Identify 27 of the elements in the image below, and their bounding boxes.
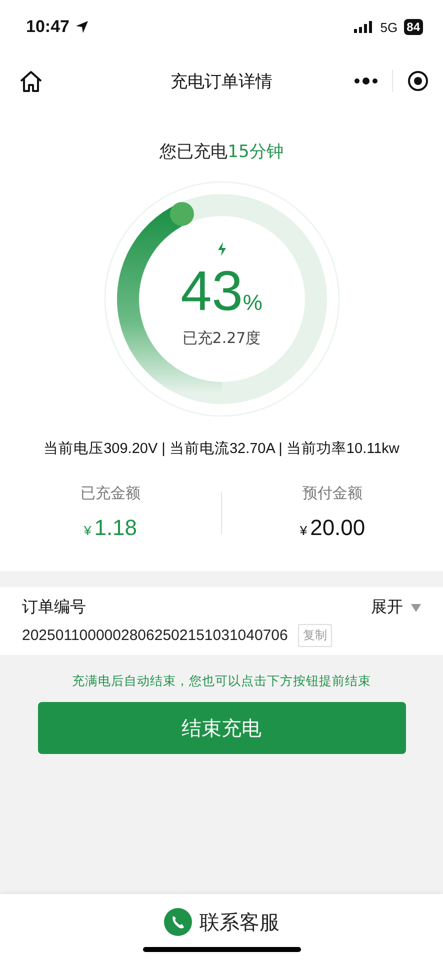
home-icon[interactable] [18,68,44,94]
order-number-label: 订单编号 [22,597,86,618]
amount-value: ¥1.18 [84,515,138,541]
lightning-icon [216,242,226,256]
network-label: 5G [380,20,398,34]
percent-unit: % [242,290,262,316]
hint-text: 充满电后自动结束，您也可以点击下方按钮提前结束 [72,673,371,690]
order-number: 20250110000028062502151031040706 [22,627,288,644]
percent-value: 43 [180,262,243,321]
location-arrow-icon [75,20,90,34]
status-time: 10:47 [26,17,70,37]
close-target-icon[interactable] [407,70,429,92]
contact-service-button[interactable]: 联系客服 [164,908,280,936]
stop-charging-button[interactable]: 结束充电 [38,702,406,754]
amount-value: ¥20.00 [300,515,366,541]
charged-energy: 已充2.27度 [182,328,261,348]
phone-icon [164,908,192,936]
signal-icon [354,21,374,33]
charging-duration: 您已充电15分钟 [160,141,284,163]
charging-metrics: 当前电压309.20V | 当前电流32.70A | 当前功率10.11kw [44,440,400,458]
amount-label: 已充金额 [80,484,140,503]
page-title: 充电订单详情 [170,70,274,92]
expand-toggle[interactable]: 展开 [371,597,421,618]
battery-level: 84 [404,19,423,35]
more-icon[interactable] [354,77,378,85]
caret-icon [411,604,421,612]
amount-label: 预付金额 [302,484,362,503]
